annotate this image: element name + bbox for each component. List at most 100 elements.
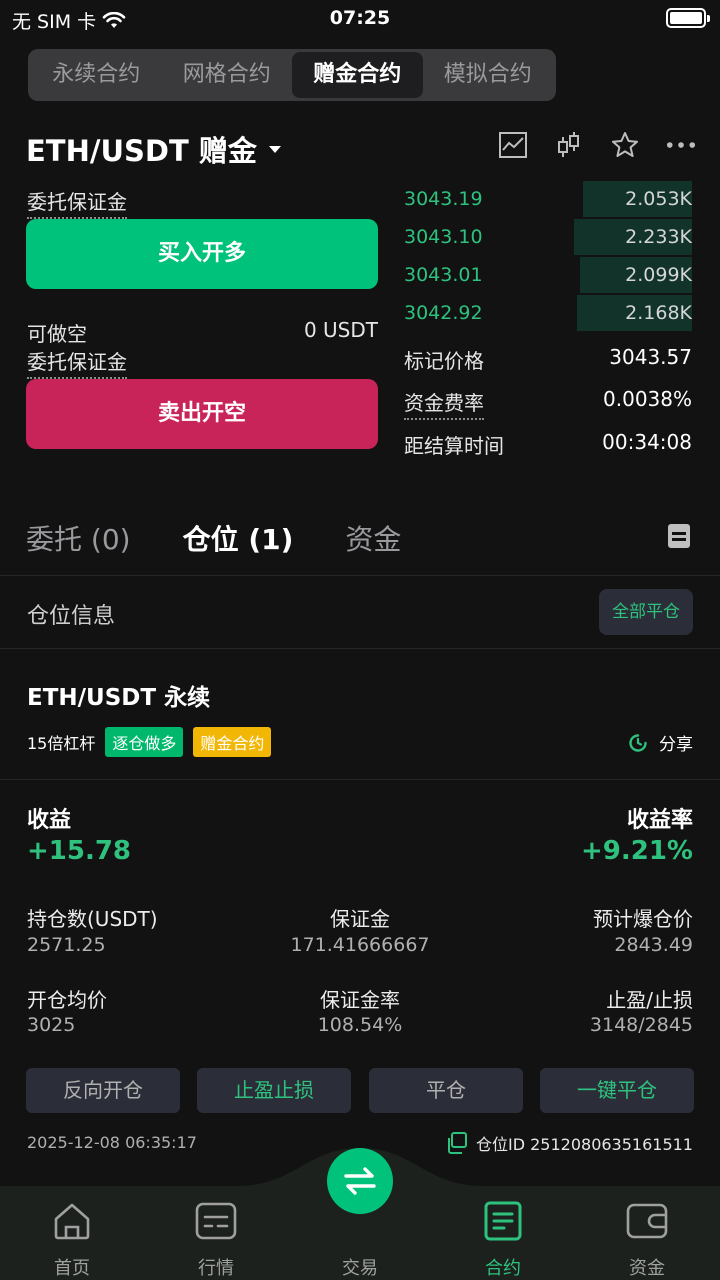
bid-quantity: 2.168K	[625, 302, 692, 324]
tpsl-button[interactable]: 止盈止损	[197, 1068, 351, 1113]
tab-funds[interactable]: 资金	[345, 518, 401, 558]
pair-selector[interactable]: ETH/USDT 赠金	[26, 128, 281, 170]
funding-rate-row: 资金费率 0.0038%	[404, 387, 692, 420]
divider	[0, 575, 720, 576]
bid-quantity: 2.053K	[625, 188, 692, 210]
tab-positions[interactable]: 仓位 (1)	[183, 518, 294, 558]
bid-price: 3042.92	[404, 302, 483, 324]
swap-icon	[344, 1167, 376, 1195]
buy-long-button[interactable]: 买入开多	[26, 219, 378, 289]
bid-price: 3043.10	[404, 226, 483, 248]
funding-rate-value: 0.0038%	[603, 387, 692, 411]
position-title: ETH/USDT 永续	[27, 685, 211, 711]
battery-icon	[666, 8, 710, 28]
funding-rate-label[interactable]: 资金费率	[404, 387, 484, 420]
divider	[0, 779, 720, 780]
nav-trade[interactable]	[327, 1148, 393, 1214]
settlement-label: 距结算时间	[404, 434, 504, 458]
divider	[0, 648, 720, 649]
margin-label-2: 委托保证金	[27, 346, 127, 379]
entry-price-value: 3025	[27, 1014, 76, 1036]
pnl-label: 收益	[27, 808, 72, 833]
mark-price-row: 标记价格 3043.57	[404, 345, 692, 374]
share-label: 分享	[659, 735, 693, 755]
share-icon	[629, 733, 647, 752]
settlement-row: 距结算时间 00:34:08	[404, 430, 692, 459]
top-actions	[498, 130, 696, 160]
close-all-button[interactable]: 全部平仓	[599, 589, 693, 635]
wallet-icon	[626, 1203, 668, 1239]
close-position-button[interactable]: 平仓	[369, 1068, 523, 1113]
order-book: 3043.19 2.053K 3043.10 2.233K 3043.01 2.…	[404, 180, 692, 332]
size-value: 2571.25	[27, 934, 106, 956]
contract-icon	[484, 1201, 522, 1241]
position-timestamp: 2025-12-08 06:35:17	[27, 1133, 197, 1152]
nav-market[interactable]: 行情	[166, 1200, 266, 1280]
margin-value: 171.41666667	[290, 934, 430, 956]
segment-demo[interactable]: 模拟合约	[423, 52, 554, 98]
line-chart-icon[interactable]	[498, 130, 528, 160]
tpsl-label: 止盈/止损	[606, 988, 693, 1012]
mark-price-value: 3043.57	[609, 345, 692, 369]
positions-header: 仓位信息	[27, 604, 116, 629]
status-time: 07:25	[329, 7, 391, 29]
order-book-row[interactable]: 3043.19 2.053K	[404, 180, 692, 218]
market-icon	[195, 1202, 237, 1240]
mark-price-label: 标记价格	[404, 349, 484, 373]
more-icon[interactable]	[666, 130, 696, 160]
order-book-row[interactable]: 3043.01 2.099K	[404, 256, 692, 294]
nav-wallet-label: 资金	[629, 1258, 665, 1279]
contract-type-segment: 永续合约 网格合约 赠金合约 模拟合约	[28, 49, 556, 101]
bid-price: 3043.19	[404, 188, 483, 210]
candlestick-icon[interactable]	[554, 130, 584, 160]
order-book-row[interactable]: 3042.92 2.168K	[404, 294, 692, 332]
bid-quantity: 2.233K	[625, 226, 692, 248]
leverage-text: 15倍杠杆	[27, 734, 96, 753]
share-button[interactable]: 分享	[627, 730, 693, 755]
margin-label: 保证金	[330, 907, 390, 931]
nav-home-label: 首页	[54, 1258, 90, 1279]
size-label: 持仓数(USDT)	[27, 907, 158, 931]
type-badge: 赠金合约	[193, 727, 272, 757]
settlement-countdown: 00:34:08	[602, 430, 692, 454]
mode-badge: 逐仓做多	[105, 727, 184, 757]
nav-market-label: 行情	[198, 1258, 234, 1279]
short-available-value: 0 USDT	[303, 318, 378, 342]
order-book-row[interactable]: 3043.10 2.233K	[404, 218, 692, 256]
short-available-label: 可做空	[27, 322, 87, 346]
position-id-text: 仓位ID 2512080635161511	[475, 1135, 693, 1154]
roe-label: 收益率	[626, 808, 693, 833]
caret-down-icon	[268, 145, 281, 153]
home-icon	[54, 1203, 90, 1240]
reverse-open-button[interactable]: 反向开仓	[26, 1068, 180, 1113]
nav-contract[interactable]: 合约	[453, 1200, 553, 1280]
document-icon[interactable]	[668, 524, 690, 548]
segment-perpetual[interactable]: 永续合约	[31, 52, 162, 98]
tab-orders[interactable]: 委托 (0)	[26, 518, 131, 558]
bottom-tabs: 委托 (0) 仓位 (1) 资金	[26, 518, 401, 558]
segment-bonus[interactable]: 赠金合约	[292, 52, 423, 98]
nav-trade-label: 交易	[342, 1258, 378, 1279]
star-icon[interactable]	[610, 130, 640, 160]
margin-label: 委托保证金	[27, 186, 127, 219]
bid-quantity: 2.099K	[625, 264, 692, 286]
sell-short-button[interactable]: 卖出开空	[26, 379, 378, 449]
tpsl-value: 3148/2845	[589, 1014, 693, 1036]
short-available-row: 可做空 0 USDT	[27, 318, 378, 347]
margin-rate-value: 108.54%	[317, 1014, 403, 1036]
pnl-value: +15.78	[27, 836, 132, 866]
nav-home[interactable]: 首页	[22, 1200, 122, 1280]
one-click-close-button[interactable]: 一键平仓	[540, 1068, 694, 1113]
roe-value: +9.21%	[581, 836, 693, 866]
liquidation-label: 预计爆仓价	[593, 907, 693, 931]
status-bar: 无 SIM 卡 07:25	[0, 0, 720, 38]
entry-price-label: 开仓均价	[27, 988, 107, 1012]
position-tags: 15倍杠杆 逐仓做多 赠金合约	[27, 727, 272, 757]
bid-price: 3043.01	[404, 264, 483, 286]
margin-rate-label: 保证金率	[320, 988, 400, 1012]
pair-title: ETH/USDT 赠金	[26, 134, 257, 168]
nav-wallet[interactable]: 资金	[597, 1200, 697, 1280]
liquidation-value: 2843.49	[614, 934, 693, 956]
segment-grid[interactable]: 网格合约	[162, 52, 293, 98]
nav-contract-label: 合约	[485, 1258, 521, 1279]
